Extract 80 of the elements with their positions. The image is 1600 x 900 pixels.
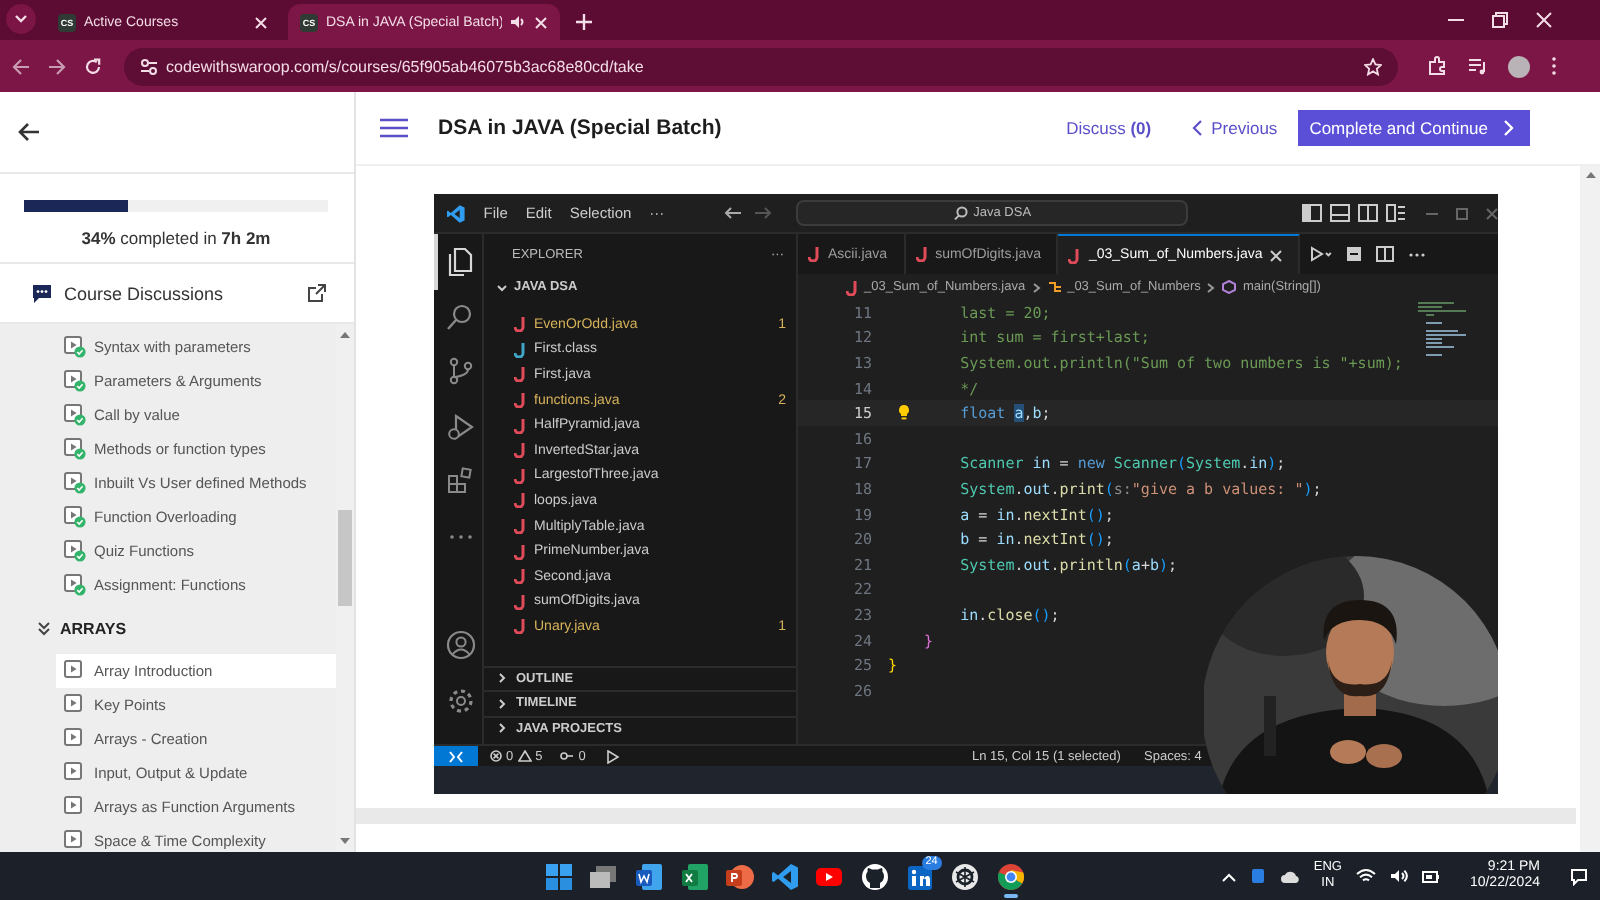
chevron-up-icon[interactable] bbox=[1221, 871, 1236, 881]
back-icon[interactable] bbox=[18, 122, 40, 142]
menu-icon[interactable] bbox=[1550, 56, 1558, 76]
horizontal-scrollbar[interactable] bbox=[356, 808, 1576, 824]
scroll-up-arrow-icon[interactable] bbox=[1585, 172, 1595, 178]
media-icon[interactable] bbox=[1468, 56, 1488, 76]
complete-and-continue-button[interactable]: Complete and Continue bbox=[1297, 110, 1530, 146]
chevron-right-icon bbox=[1504, 120, 1514, 136]
external-link-icon[interactable] bbox=[308, 284, 326, 302]
scrollbar-thumb[interactable] bbox=[338, 510, 352, 606]
discuss-link[interactable]: Discuss (0) bbox=[1066, 118, 1152, 138]
open-changes-icon[interactable] bbox=[1346, 246, 1363, 262]
remote-icon bbox=[448, 749, 464, 763]
wifi-icon[interactable] bbox=[1355, 868, 1376, 884]
vscode-icon[interactable] bbox=[769, 861, 800, 891]
caret-icon bbox=[14, 13, 28, 23]
github-icon[interactable] bbox=[859, 861, 890, 891]
java-file-icon bbox=[915, 246, 928, 262]
excel-icon[interactable] bbox=[679, 861, 710, 891]
previous-link[interactable]: Previous bbox=[1191, 118, 1278, 138]
app-tray-icon[interactable] bbox=[1249, 868, 1266, 884]
section-header[interactable]: ARRAYS bbox=[0, 602, 336, 654]
site-info-icon[interactable] bbox=[140, 57, 158, 75]
java-file-icon bbox=[846, 279, 858, 295]
run-icon[interactable] bbox=[1310, 246, 1333, 262]
avatar[interactable] bbox=[1508, 55, 1530, 77]
speaker-icon[interactable] bbox=[510, 14, 526, 30]
tab-search-button[interactable] bbox=[6, 3, 36, 33]
settings-icon[interactable] bbox=[445, 685, 475, 716]
error-icon bbox=[490, 750, 502, 762]
menu-icon[interactable] bbox=[380, 118, 408, 138]
java-file-icon bbox=[1068, 247, 1081, 263]
class-icon bbox=[1047, 280, 1062, 294]
powerpoint-icon[interactable] bbox=[724, 861, 755, 891]
class-file-icon bbox=[514, 341, 526, 358]
split-editor-icon[interactable] bbox=[1376, 246, 1395, 262]
account-icon[interactable] bbox=[445, 630, 475, 661]
word-icon[interactable] bbox=[633, 861, 664, 891]
course-discussions-link[interactable]: Course Discussions bbox=[64, 283, 296, 303]
java-file-icon bbox=[808, 246, 820, 262]
battery-icon[interactable] bbox=[1421, 868, 1440, 884]
remote-button[interactable] bbox=[434, 745, 478, 767]
method-icon bbox=[1222, 280, 1237, 294]
course-title: DSA in JAVA (Special Batch) bbox=[438, 116, 724, 140]
reload-icon[interactable] bbox=[84, 57, 102, 75]
panel-toggle-icon[interactable] bbox=[1330, 204, 1350, 222]
layout-icon[interactable] bbox=[1386, 204, 1406, 222]
scrollbar[interactable] bbox=[1580, 166, 1600, 852]
task-view-icon[interactable] bbox=[588, 861, 619, 891]
vscode-logo-icon[interactable] bbox=[446, 203, 466, 223]
chevron-left-icon bbox=[1191, 120, 1202, 136]
chevron-right-icon bbox=[1031, 281, 1042, 293]
ports-icon bbox=[560, 750, 575, 762]
warning-icon bbox=[517, 750, 532, 762]
chat-icon bbox=[32, 283, 52, 303]
forward-icon[interactable] bbox=[48, 57, 66, 75]
notifications-icon[interactable] bbox=[1570, 867, 1588, 885]
star-icon[interactable] bbox=[1364, 57, 1382, 75]
back-icon[interactable] bbox=[724, 206, 743, 220]
cloud-icon[interactable] bbox=[1279, 869, 1300, 883]
start-icon[interactable] bbox=[543, 861, 574, 891]
split-toggle-icon[interactable] bbox=[1358, 204, 1378, 222]
chatgpt-icon[interactable] bbox=[950, 861, 981, 891]
volume-icon[interactable] bbox=[1389, 868, 1408, 884]
chrome-icon[interactable] bbox=[995, 861, 1026, 891]
search-icon bbox=[953, 206, 968, 220]
extensions-icon[interactable] bbox=[1428, 56, 1448, 76]
run-debug-icon[interactable] bbox=[603, 749, 620, 763]
progress-text: 34% completed in 7h 2m bbox=[79, 228, 273, 248]
new-tab-icon[interactable] bbox=[576, 14, 592, 30]
scroll-down-arrow-icon[interactable] bbox=[340, 838, 350, 844]
chevron-right-icon bbox=[1206, 281, 1217, 293]
scroll-up-arrow-icon[interactable] bbox=[340, 332, 350, 338]
java-file-icon bbox=[514, 316, 526, 333]
linkedin-icon[interactable] bbox=[905, 861, 936, 891]
lightbulb-icon[interactable] bbox=[898, 404, 910, 421]
sidebar-toggle-icon[interactable] bbox=[1302, 204, 1322, 222]
address-bar[interactable]: codewithswaroop.com/s/courses/65f905ab46075b3ac68e80cd/take bbox=[124, 47, 1398, 85]
more-icon[interactable] bbox=[1408, 251, 1427, 257]
double-chevron-down-icon bbox=[36, 620, 52, 636]
